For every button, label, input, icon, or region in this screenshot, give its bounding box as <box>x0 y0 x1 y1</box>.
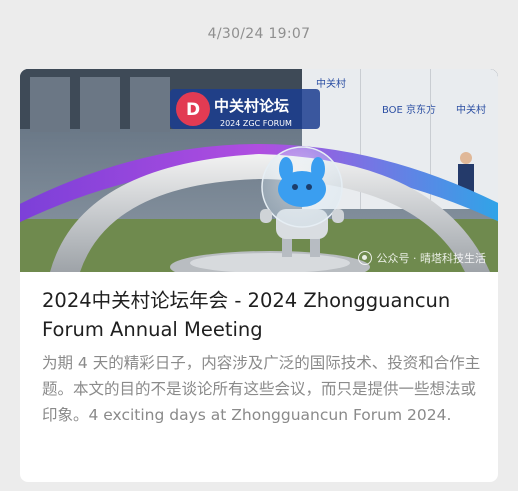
sign-subtitle: 2024 ZGC FORUM <box>220 119 292 128</box>
cover-image: 中关村 BOE 京东方 中关村 D 中关村论坛 2024 ZGC FORUM 公… <box>20 69 498 272</box>
article-card[interactable]: 中关村 BOE 京东方 中关村 D 中关村论坛 2024 ZGC FORUM 公… <box>20 69 498 482</box>
wechat-account-icon <box>357 251 372 265</box>
image-watermark: 公众号 · 晴塔科技生活 <box>357 250 487 266</box>
backdrop-logo: BOE 京东方 <box>382 103 436 116</box>
backdrop-logo: 中关村 <box>456 103 486 116</box>
forum-sign: D 中关村论坛 2024 ZGC FORUM <box>170 89 320 129</box>
watermark-text: 公众号 · 晴塔科技生活 <box>376 252 487 265</box>
message-timestamp: 4/30/24 19:07 <box>207 26 311 42</box>
article-title[interactable]: 2024中关村论坛年会 - 2024 Zhongguancun Forum An… <box>42 286 482 344</box>
backdrop-logo: 中关村 <box>316 77 346 90</box>
article-description: 为期 4 天的精彩日子，内容涉及广泛的国际技术、投资和合作主题。本文的目的不是谈… <box>42 354 481 424</box>
svg-text:D: D <box>186 100 200 120</box>
sign-title: 中关村论坛 <box>214 97 289 115</box>
